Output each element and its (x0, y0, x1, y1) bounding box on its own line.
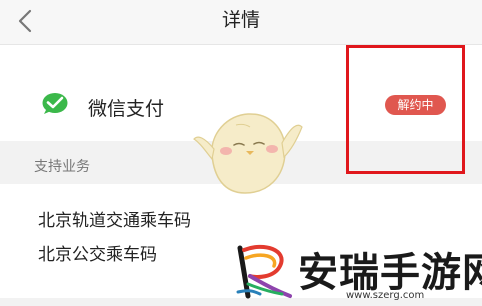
service-item-subway[interactable]: 北京轨道交通乘车码 (38, 206, 191, 231)
section-header: 支持业务 (34, 159, 90, 175)
page-title: 详情 (221, 9, 260, 31)
watermark-url: www.szerg.com (346, 290, 425, 301)
site-logo-icon (236, 244, 292, 299)
mascot-watermark-icon (193, 113, 303, 194)
wechat-pay-icon (42, 93, 68, 114)
highlight-box (346, 45, 465, 174)
top-nav-bar: 详情 (0, 0, 482, 45)
service-item-bus[interactable]: 北京公交乘车码 (38, 240, 157, 265)
payment-method-name: 微信支付 (88, 98, 165, 120)
